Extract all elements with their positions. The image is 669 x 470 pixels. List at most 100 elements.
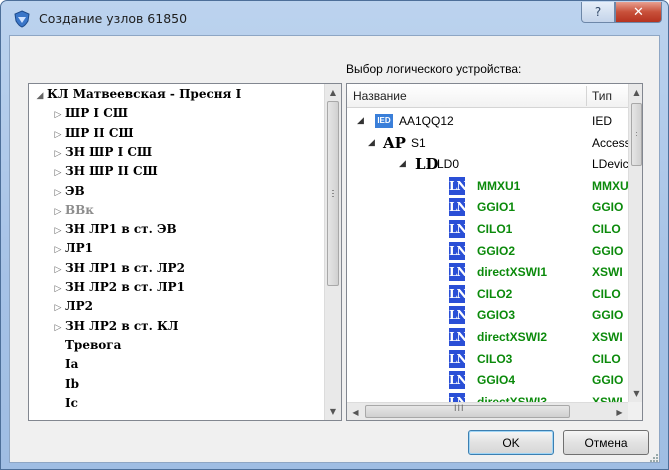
logical-node-row[interactable]: LN CILO3 xyxy=(347,349,587,370)
tree-node[interactable]: ▷ ЗН ЛР2 в ст. ЛР1 xyxy=(51,278,185,297)
scroll-up-button[interactable]: ▲ xyxy=(325,84,341,101)
title-bar[interactable]: Создание узлов 61850 xyxy=(1,1,668,35)
expanded-arrow-icon[interactable]: ◢ xyxy=(368,133,375,154)
logical-node-name: directXSWI2 xyxy=(477,330,548,344)
scroll-thumb[interactable] xyxy=(327,101,339,286)
tree-node[interactable]: Ia xyxy=(51,355,78,374)
logical-node-type: GGIO xyxy=(592,308,624,323)
tree-node[interactable]: ▷ ЗН ШР I СШ xyxy=(51,143,153,164)
logical-device-node[interactable]: ◢ LD LD0 xyxy=(347,154,587,175)
logical-node-row[interactable]: LN CILO1 xyxy=(347,219,587,240)
logical-node-type: XSWI xyxy=(592,330,623,344)
collapsed-arrow-icon[interactable]: ▷ xyxy=(51,319,65,338)
right-scroll-thumb[interactable] xyxy=(631,103,642,166)
access-point-node[interactable]: ◢ AP S1 xyxy=(347,133,587,154)
logical-node-name: GGIO4 xyxy=(477,373,516,388)
tree-node[interactable]: ▷ ШР II СШ xyxy=(51,124,134,143)
tree-node[interactable]: ▷ ЛР1 xyxy=(51,239,93,258)
right-scroll-down-button[interactable]: ▼ xyxy=(629,385,642,402)
access-point-type: Access xyxy=(592,135,631,150)
expanded-arrow-icon[interactable]: ◢ xyxy=(399,154,406,175)
collapsed-arrow-icon[interactable]: ▷ xyxy=(51,241,65,260)
collapsed-arrow-icon[interactable]: ▷ xyxy=(51,203,65,222)
bay-tree-panel: ◢ КЛ Матвеевская - Пресня I ▷ ШР I СШ ▷ ШР II… xyxy=(28,83,342,421)
ok-button[interactable]: OK xyxy=(468,430,554,455)
horizontal-scroll-thumb[interactable]: III xyxy=(365,403,570,418)
tree-node[interactable]: ▷ ШР I СШ xyxy=(51,104,128,123)
logical-node-row[interactable]: LN GGIO1 xyxy=(347,197,587,218)
collapsed-arrow-icon[interactable]: ▷ xyxy=(51,164,65,183)
tree-node[interactable]: Ic xyxy=(51,394,78,413)
collapsed-arrow-icon[interactable]: ▷ xyxy=(51,280,65,299)
thumb-grip-label: III xyxy=(454,403,465,413)
close-icon: ✕ xyxy=(633,4,644,20)
tree-node-label: ЗН ШР I СШ xyxy=(65,144,153,159)
logical-node-icon: LN xyxy=(449,349,467,368)
right-scroll-up-button[interactable]: ▲ xyxy=(629,84,642,101)
resize-grip-icon[interactable] xyxy=(648,452,658,462)
ied-node[interactable]: ◢ IED AA1QQ12 xyxy=(347,111,587,132)
expanded-arrow-icon[interactable]: ◢ xyxy=(357,111,364,132)
logical-node-icon: LN xyxy=(449,371,467,390)
tree-node-label: ЗН ЛР1 в ст. ЛР2 xyxy=(65,260,185,275)
logical-node-row[interactable]: LN directXSWI1 xyxy=(347,262,587,283)
tree-node-label: ЗН ШР II СШ xyxy=(65,164,158,179)
logical-node-row[interactable]: LN directXSWI2 xyxy=(347,327,587,348)
logical-node-icon: LN xyxy=(449,198,467,217)
help-icon: ? xyxy=(594,5,602,19)
tree-node-label: ВВк xyxy=(65,202,94,217)
tree-node-label: ЗН ЛР1 в ст. ЭВ xyxy=(65,222,177,237)
tree-node[interactable]: ▷ ЗН ЛР2 в ст. КЛ xyxy=(51,317,179,338)
cancel-button[interactable]: Отмена xyxy=(563,430,649,455)
left-vertical-scrollbar[interactable]: ▲ ▼ xyxy=(324,84,341,420)
scroll-down-button[interactable]: ▼ xyxy=(325,403,341,420)
logical-node-type: GGIO xyxy=(592,243,624,258)
tree-node[interactable]: ▷ ВВк xyxy=(51,201,94,220)
logical-node-type: GGIO xyxy=(592,200,624,215)
logical-node-name: directXSWI1 xyxy=(477,265,548,280)
ied-name: AA1QQ12 xyxy=(399,114,454,128)
tree-node[interactable]: ▷ ЗН ЛР1 в ст. ЛР2 xyxy=(51,259,185,278)
ied-type: IED xyxy=(592,114,613,128)
collapsed-arrow-icon[interactable]: ▷ xyxy=(51,299,65,318)
logical-node-icon: LN xyxy=(449,328,467,346)
tree-node-label: Ic xyxy=(65,395,78,410)
logical-device-icon: LD xyxy=(415,155,439,174)
tree-node[interactable]: Тревога xyxy=(51,336,121,355)
column-header: Название Тип xyxy=(347,84,628,108)
logical-node-row[interactable]: LN GGIO4 xyxy=(347,370,587,391)
logical-device-type: LDevic xyxy=(592,157,629,172)
tree-node[interactable]: Ib xyxy=(51,375,79,394)
tree-node[interactable]: ▷ ЭВ xyxy=(51,182,85,201)
logical-node-icon: LN xyxy=(449,241,467,260)
logical-node-type: XSWI xyxy=(592,265,623,280)
right-vertical-scrollbar[interactable]: ▲ ▼ xyxy=(628,84,642,402)
logical-node-row[interactable]: LN MMXU1 xyxy=(347,176,587,197)
collapsed-arrow-icon[interactable]: ▷ xyxy=(51,261,65,280)
tree-node[interactable]: ▷ ЗН ЛР1 в ст. ЭВ xyxy=(51,220,177,239)
close-button[interactable]: ✕ xyxy=(615,2,662,23)
collapsed-arrow-icon[interactable]: ▷ xyxy=(51,126,65,145)
expanded-arrow-icon[interactable]: ◢ xyxy=(33,87,47,106)
logical-node-row[interactable]: LN CILO2 xyxy=(347,284,587,305)
tree-node[interactable]: ▷ ЗН ШР II СШ xyxy=(51,162,158,181)
scroll-left-button[interactable]: ◀ xyxy=(347,403,364,420)
scroll-right-button[interactable]: ▶ xyxy=(611,403,628,420)
logical-node-row[interactable]: LN GGIO2 xyxy=(347,241,587,262)
right-horizontal-scrollbar[interactable]: ◀ III ▶ xyxy=(347,402,628,420)
collapsed-arrow-icon[interactable]: ▷ xyxy=(51,106,65,125)
logical-node-name: CILO1 xyxy=(477,222,513,236)
logical-node-row[interactable]: LN GGIO3 xyxy=(347,305,587,326)
collapsed-arrow-icon[interactable]: ▷ xyxy=(51,184,65,203)
logical-node-name: GGIO3 xyxy=(477,308,516,323)
collapsed-arrow-icon[interactable]: ▷ xyxy=(51,145,65,164)
tree-root-node[interactable]: ◢ КЛ Матвеевская - Пресня I xyxy=(33,85,242,106)
column-type-header[interactable]: Тип xyxy=(592,84,612,108)
tree-node-label: ЭВ xyxy=(65,183,85,198)
column-name-header[interactable]: Название xyxy=(353,84,407,108)
tree-node-label: ЛР1 xyxy=(65,241,93,256)
help-button[interactable]: ? xyxy=(581,2,615,23)
logical-node-icon: LN xyxy=(449,220,467,238)
tree-node[interactable]: ▷ ЛР2 xyxy=(51,297,93,316)
collapsed-arrow-icon[interactable]: ▷ xyxy=(51,222,65,241)
